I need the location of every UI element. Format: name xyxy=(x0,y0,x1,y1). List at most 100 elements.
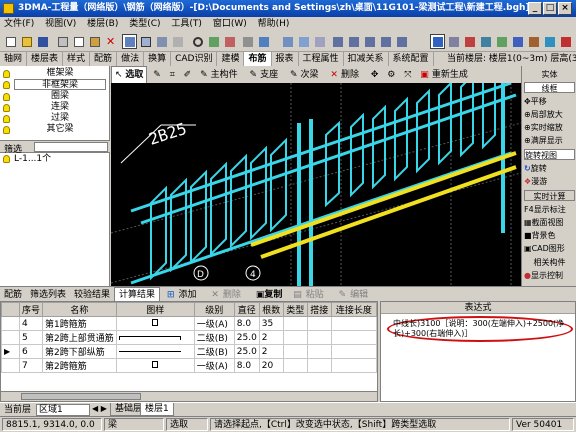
roam-button[interactable]: ❖漫游 xyxy=(524,176,575,187)
save-icon[interactable] xyxy=(35,34,50,49)
table-row[interactable]: 5 第2跨上部贯通筋 二级(B) 25.0 2 xyxy=(1,330,378,345)
gear-icon[interactable]: ⚙ xyxy=(384,67,398,84)
component-list-item[interactable]: L-1...1个 xyxy=(0,153,110,165)
bulb-icon[interactable] xyxy=(3,126,10,134)
delete-button[interactable]: ✕ 删除 xyxy=(327,67,365,84)
measure-icon[interactable] xyxy=(542,34,557,49)
table-row-selected[interactable]: ▶ 6 第2跨下部纵筋 二级(B) 25.0 2 xyxy=(1,344,378,359)
cube-icon[interactable] xyxy=(296,34,311,49)
bulb-icon[interactable] xyxy=(3,115,10,123)
bulb-icon[interactable] xyxy=(3,81,10,89)
table-row[interactable]: 4 第1跨箍筋 一级(A) 8.0 35 xyxy=(1,316,378,331)
menu-floor[interactable]: 楼层(B) xyxy=(83,17,122,32)
tree-item-ring-beam[interactable]: 圈梁 xyxy=(14,91,106,102)
tab-rebar-layout[interactable]: 布筋 xyxy=(244,52,272,66)
tab-axis[interactable]: 轴网 xyxy=(0,52,28,66)
tab-floor-table[interactable]: 楼层表 xyxy=(27,52,64,66)
col-header[interactable]: 直径 xyxy=(233,302,260,317)
background-color-button[interactable]: ■背景色 xyxy=(524,230,575,241)
iso-view-icon[interactable] xyxy=(378,34,393,49)
rebar-view-icon[interactable] xyxy=(430,34,445,49)
main-member-button[interactable]: ✎ 主构件 xyxy=(197,67,244,84)
bulb-icon[interactable] xyxy=(3,70,10,78)
list-icon[interactable] xyxy=(170,34,185,49)
settings-icon[interactable] xyxy=(446,34,461,49)
tree-item-other-beam[interactable]: 其它梁 xyxy=(14,124,106,135)
tab-calc-result[interactable]: 计算结果 xyxy=(114,287,161,302)
realtime-calc-button[interactable]: 实时计算 xyxy=(524,190,575,201)
section-view-button[interactable]: ▦截面视图 xyxy=(524,217,575,228)
pencil-icon[interactable]: ✎ xyxy=(150,67,164,84)
zone-select[interactable]: 区域1 xyxy=(36,404,90,416)
realtime-zoom-button[interactable]: ⊕实时缩放 xyxy=(524,122,575,133)
paste-button[interactable]: ▤ 粘贴 xyxy=(289,288,332,302)
exit-icon[interactable] xyxy=(558,34,573,49)
snap-icon[interactable] xyxy=(526,34,541,49)
edit-button[interactable]: ✎ 编辑 xyxy=(335,288,377,302)
transform-icon[interactable]: ⤧ xyxy=(401,67,414,84)
regenerate-button[interactable]: ▣ 重新生成 xyxy=(417,67,474,84)
maximize-button[interactable]: □ xyxy=(543,2,557,15)
current-floor-value[interactable]: 楼层1(0~3m) xyxy=(489,54,548,64)
tab-modeling[interactable]: 建模 xyxy=(217,52,245,66)
delete-x-icon[interactable]: ✕ xyxy=(103,34,118,49)
col-header[interactable]: 图样 xyxy=(115,302,195,317)
col-header[interactable]: 连接长度 xyxy=(330,302,378,317)
tree-item-coupling-beam[interactable]: 连梁 xyxy=(14,102,106,113)
color-icon[interactable] xyxy=(462,34,477,49)
front-view-icon[interactable] xyxy=(330,34,345,49)
close-button[interactable]: × xyxy=(558,2,572,15)
remove-button[interactable]: ✕ 删除 xyxy=(207,288,249,302)
tab-deduction[interactable]: 扣减关系 xyxy=(344,52,389,66)
tab-project-props[interactable]: 工程属性 xyxy=(299,52,344,66)
table-row[interactable]: 7 第2跨箍筋 一级(A) 8.0 20 xyxy=(1,358,378,373)
add-button[interactable]: ⊞ 添加 xyxy=(163,288,205,302)
display-control-button[interactable]: ●显示控制 xyxy=(524,270,575,281)
copy-floor-icon[interactable] xyxy=(206,34,221,49)
tab-cad-recognition[interactable]: CAD识别 xyxy=(171,52,218,66)
grid-select-icon[interactable]: ⌗ xyxy=(167,67,178,84)
top-view-icon[interactable] xyxy=(362,34,377,49)
grid-view-icon[interactable] xyxy=(122,34,137,49)
menu-file[interactable]: 文件(F) xyxy=(0,17,38,32)
col-header[interactable]: 序号 xyxy=(18,302,44,317)
support-button[interactable]: ✎ 支座 xyxy=(247,67,285,84)
cut-icon[interactable] xyxy=(55,34,70,49)
chart-icon[interactable] xyxy=(222,34,237,49)
tree-item-frame-beam[interactable]: 框架梁 xyxy=(14,68,106,79)
fit-screen-button[interactable]: ⊕满屏显示 xyxy=(524,135,575,146)
zoom-icon[interactable] xyxy=(312,34,327,49)
menu-view[interactable]: 视图(V) xyxy=(41,17,80,32)
paste-icon[interactable] xyxy=(87,34,102,49)
filter-icon[interactable] xyxy=(478,34,493,49)
show-label-button[interactable]: F4显示标注 xyxy=(524,204,575,215)
new-file-icon[interactable] xyxy=(3,34,18,49)
sheet-tab-floor1[interactable]: 楼层1 xyxy=(140,403,174,416)
side-view-icon[interactable] xyxy=(346,34,361,49)
tab-style[interactable]: 样式 xyxy=(63,52,91,66)
pan-button[interactable]: ✥平移 xyxy=(524,96,575,107)
tab-report[interactable]: 报表 xyxy=(272,52,299,66)
rotate-view-select[interactable]: 旋转视图 xyxy=(524,149,575,160)
tree-item-lintel[interactable]: 过梁 xyxy=(14,113,106,124)
rotate-button[interactable]: ↻旋转 xyxy=(524,163,575,174)
bulb-icon[interactable] xyxy=(3,155,10,163)
rotate-view-icon[interactable] xyxy=(394,34,409,49)
col-header[interactable]: 类型 xyxy=(282,302,308,317)
menu-tools[interactable]: 工具(T) xyxy=(167,17,206,32)
view-3d-icon[interactable] xyxy=(280,34,295,49)
col-header[interactable]: 搭接 xyxy=(306,302,332,317)
tab-filter-list[interactable]: 筛选列表 xyxy=(26,288,70,302)
print-icon[interactable] xyxy=(240,34,255,49)
menu-type[interactable]: 类型(C) xyxy=(125,17,164,32)
col-header[interactable]: 根数 xyxy=(258,302,284,317)
table-icon[interactable] xyxy=(138,34,153,49)
cad-graphic-button[interactable]: ▣CAD图形 xyxy=(524,243,575,254)
info-icon[interactable] xyxy=(510,34,525,49)
export-icon[interactable] xyxy=(256,34,271,49)
zoom-region-button[interactable]: ⊕局部放大 xyxy=(524,109,575,120)
menu-help[interactable]: 帮助(H) xyxy=(254,17,294,32)
tab-method[interactable]: 做法 xyxy=(117,52,145,66)
filter-input[interactable] xyxy=(34,142,108,152)
bulb-icon[interactable] xyxy=(3,104,10,112)
